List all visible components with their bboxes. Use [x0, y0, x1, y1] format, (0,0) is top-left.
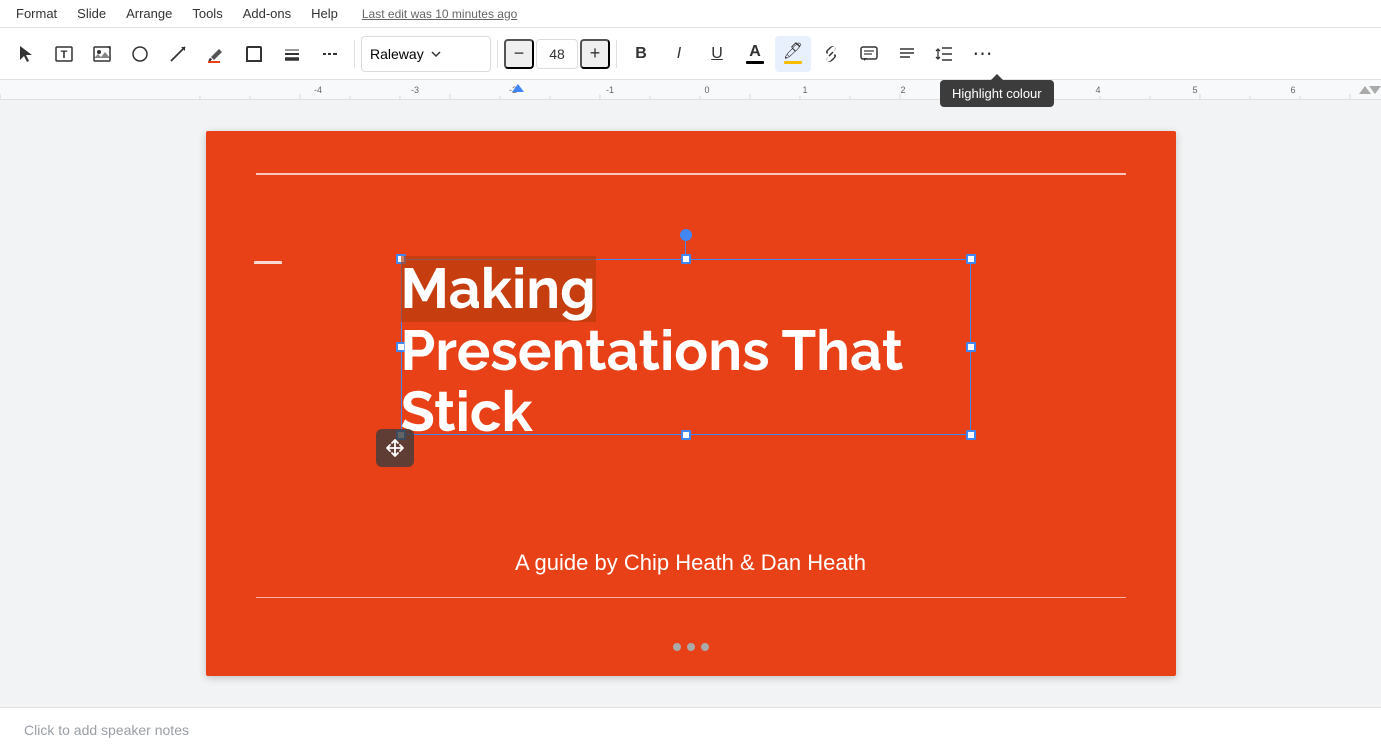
line-spacing-button[interactable] [927, 36, 963, 72]
dot-1 [673, 643, 681, 651]
separator-2 [497, 40, 498, 68]
dot-2 [687, 643, 695, 651]
line-tool-button[interactable] [160, 36, 196, 72]
toolbar: T [0, 28, 1381, 80]
font-name-label: Raleway [370, 46, 424, 62]
text-color-button[interactable]: A [737, 36, 773, 72]
svg-text:3: 3 [998, 85, 1003, 95]
svg-text:T: T [61, 49, 68, 61]
title-line3: Stick [401, 382, 971, 444]
menu-help[interactable]: Help [303, 4, 346, 23]
font-size-input[interactable] [536, 39, 578, 69]
menu-tools[interactable]: Tools [184, 4, 230, 23]
alignment-button[interactable] [889, 36, 925, 72]
comment-button[interactable] [851, 36, 887, 72]
menu-arrange[interactable]: Arrange [118, 4, 180, 23]
font-family-selector[interactable]: Raleway [361, 36, 491, 72]
ruler: -4 -3 -2 -1 0 1 2 3 4 5 6 [0, 80, 1381, 100]
menu-format[interactable]: Format [8, 4, 65, 23]
fill-color-button[interactable] [198, 36, 234, 72]
slide-decorative-line-top [256, 173, 1126, 175]
title-highlight: Making [401, 256, 596, 322]
svg-text:-3: -3 [411, 85, 419, 95]
shape-tool-button[interactable] [122, 36, 158, 72]
slide-area[interactable]: Making Presentations That Stick A guide … [0, 100, 1381, 707]
svg-text:1: 1 [802, 85, 807, 95]
menu-slide[interactable]: Slide [69, 4, 114, 23]
separator-1 [354, 40, 355, 68]
font-size-decrease-button[interactable]: − [504, 39, 534, 69]
select-tool-button[interactable] [8, 36, 44, 72]
svg-text:-1: -1 [606, 85, 614, 95]
slide-navigation-dots [673, 643, 709, 651]
font-size-area: − + [504, 39, 610, 69]
separator-3 [616, 40, 617, 68]
highlight-color-button[interactable]: 🖊 [775, 36, 811, 72]
speaker-notes-area[interactable]: Click to add speaker notes [0, 707, 1381, 751]
border-color-button[interactable] [236, 36, 272, 72]
speaker-notes-placeholder: Click to add speaker notes [24, 722, 189, 738]
text-tool-button[interactable]: T [46, 36, 82, 72]
svg-text:2: 2 [900, 85, 905, 95]
ruler-svg: -4 -3 -2 -1 0 1 2 3 4 5 6 [0, 80, 1381, 100]
svg-text:5: 5 [1192, 85, 1197, 95]
link-button[interactable] [813, 36, 849, 72]
image-tool-button[interactable] [84, 36, 120, 72]
svg-text:6: 6 [1290, 85, 1295, 95]
bold-button[interactable]: B [623, 36, 659, 72]
slide-dash [254, 261, 282, 264]
last-edit-label[interactable]: Last edit was 10 minutes ago [362, 7, 517, 21]
font-size-increase-button[interactable]: + [580, 39, 610, 69]
handle-rotate[interactable] [680, 229, 692, 241]
svg-text:4: 4 [1095, 85, 1100, 95]
slide-decorative-line-bottom [256, 597, 1126, 599]
move-cursor-icon [376, 429, 414, 467]
slide-title-text[interactable]: Making Presentations That Stick [401, 259, 971, 444]
svg-text:-4: -4 [314, 85, 322, 95]
title-line2: Presentations That [401, 321, 971, 383]
underline-button[interactable]: U [699, 36, 735, 72]
menu-addons[interactable]: Add-ons [235, 4, 299, 23]
title-line1: Making [401, 259, 971, 321]
border-dash-button[interactable] [312, 36, 348, 72]
border-weight-button[interactable] [274, 36, 310, 72]
more-options-button[interactable]: ⋯ [965, 36, 1001, 72]
italic-button[interactable]: I [661, 36, 697, 72]
slide-subtitle: A guide by Chip Heath & Dan Heath [256, 550, 1126, 576]
svg-text:0: 0 [704, 85, 709, 95]
dot-3 [701, 643, 709, 651]
slide[interactable]: Making Presentations That Stick A guide … [206, 131, 1176, 676]
menu-bar: Format Slide Arrange Tools Add-ons Help … [0, 0, 1381, 28]
